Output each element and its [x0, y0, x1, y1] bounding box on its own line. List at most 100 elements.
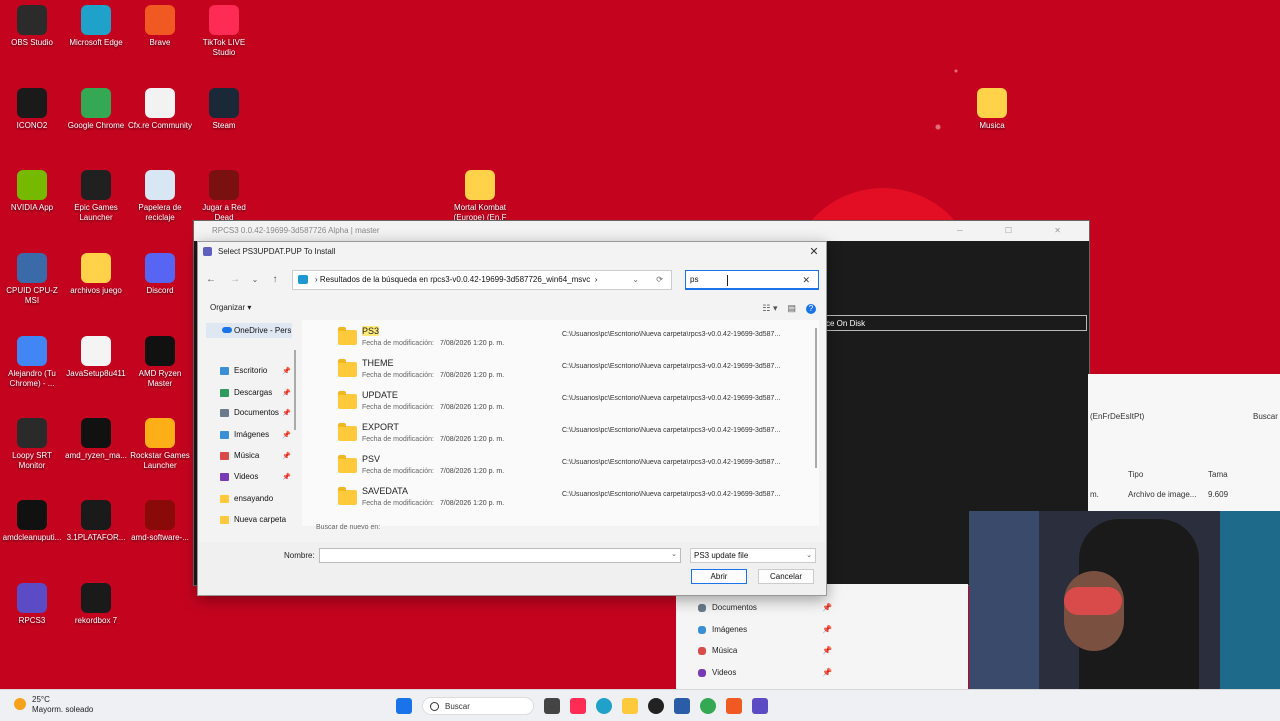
nav-imagenes[interactable]: Imágenes [698, 625, 747, 634]
desktop-icon[interactable]: Musica [960, 88, 1024, 131]
sidebar-item[interactable]: Escritorio [220, 366, 267, 375]
list-item[interactable]: SAVEDATA Fecha de modificación: 7/08/2026 … [302, 482, 819, 514]
window-controls[interactable]: ─ ☐ ✕ [957, 221, 1081, 241]
clear-search-icon[interactable]: ✕ [802, 271, 810, 289]
desktop-icon[interactable]: Epic Games Launcher [64, 170, 128, 223]
tiktok-icon[interactable] [570, 698, 586, 714]
list-item[interactable]: PSV Fecha de modificación: 7/08/2026 1:20 … [302, 450, 819, 482]
folder-icon [220, 388, 229, 397]
open-button[interactable]: Abrir [691, 569, 747, 584]
desktop-icon[interactable]: Mortal Kombat (Europe) (En,F [448, 170, 512, 223]
file-date: 7/08/2026 1:20 p. m. [439, 372, 505, 379]
desktop-icon[interactable]: CPUID CPU-Z MSI [0, 253, 64, 306]
chevron-down-icon[interactable]: ⌄ [671, 550, 677, 558]
desktop-icon[interactable]: archivos juego [64, 253, 128, 296]
refresh-icon[interactable]: ⟳ [656, 271, 663, 289]
desktop-icon[interactable]: RPCS3 [0, 583, 64, 626]
desktop-icon[interactable]: amd-software-... [128, 500, 192, 543]
file-open-dialog[interactable]: Select PS3UPDAT.PUP To Install ✕ ← → ⌄ ↑… [197, 241, 827, 596]
taskbar-search[interactable]: Buscar [422, 697, 534, 715]
search-input[interactable]: ps ✕ [685, 270, 819, 290]
navigation-bar: ← → ⌄ ↑ › Resultados de la búsqueda en r… [198, 268, 826, 292]
meta-label: Fecha de modificación: [362, 372, 434, 379]
list-scrollbar[interactable] [815, 328, 817, 468]
dialog-titlebar[interactable]: Select PS3UPDAT.PUP To Install ✕ [198, 242, 826, 262]
chrome-icon[interactable] [700, 698, 716, 714]
explorer-nav-pane[interactable]: Documentos Imágenes Música Videos 📌 📌 📌 … [676, 584, 968, 690]
sidebar-item[interactable]: Descargas [220, 388, 272, 397]
list-item[interactable]: UPDATE Fecha de modificación: 7/08/2026 1:… [302, 386, 819, 418]
organize-menu[interactable]: Organizar ▾ [210, 303, 251, 312]
obs-icon[interactable] [648, 698, 664, 714]
desktop-icon[interactable]: Alejandro (Tu Chrome) - ... [0, 336, 64, 389]
desktop-icon[interactable]: Cfx.re Community [128, 88, 192, 131]
rpcs3-titlebar[interactable]: RPCS3 0.0.42-19699-3d587726 Alpha | mast… [194, 221, 1089, 241]
cancel-button[interactable]: Cancelar [758, 569, 814, 584]
desktop-icon[interactable]: Papelera de reciclaje [128, 170, 192, 223]
desktop-icon[interactable]: Rockstar Games Launcher [128, 418, 192, 471]
preview-pane-icon[interactable]: ▤ [787, 303, 796, 314]
rpcs3-column-header[interactable]: ce On Disk [821, 315, 1087, 331]
list-item[interactable]: EXPORT Fecha de modificación: 7/08/2026 1:… [302, 418, 819, 450]
explorer-window-right[interactable]: (EnFrDeEsItPt) Buscar Tipo Tama m. Archi… [1088, 374, 1280, 514]
dialog-title: Select PS3UPDAT.PUP To Install [218, 247, 336, 256]
desktop-icon[interactable]: Microsoft Edge [64, 5, 128, 48]
file-list[interactable]: PS3 Fecha de modificación: 7/08/2026 1:20 … [302, 320, 819, 526]
nav-videos[interactable]: Videos [698, 668, 736, 677]
sidebar-scrollbar[interactable] [294, 350, 296, 430]
sidebar-item[interactable]: Música [220, 451, 259, 460]
address-bar[interactable]: › Resultados de la búsqueda en rpcs3-v0.… [292, 270, 672, 290]
desktop-icon[interactable]: amdcleanuputi... [0, 500, 64, 543]
filename-input[interactable]: ⌄ [319, 548, 681, 563]
desktop-icon[interactable]: Steam [192, 88, 256, 131]
chevron-down-icon[interactable]: ⌄ [248, 274, 262, 286]
file-explorer-icon[interactable] [622, 698, 638, 714]
desktop-icon[interactable]: OBS Studio [0, 5, 64, 48]
col-type[interactable]: Tipo [1128, 470, 1143, 479]
up-arrow-icon[interactable]: ↑ [268, 274, 282, 286]
desktop-icon-label: RPCS3 [18, 616, 46, 625]
close-icon[interactable]: ✕ [806, 242, 822, 262]
desktop-icon-label: Microsoft Edge [69, 38, 123, 47]
help-icon[interactable]: ? [806, 303, 816, 314]
sidebar-item[interactable]: Nueva carpeta [220, 515, 286, 524]
view-options-icon[interactable]: ☷ ▾ [762, 303, 777, 314]
desktop-icon[interactable]: amd_ryzen_ma... [64, 418, 128, 461]
col-size[interactable]: Tama [1208, 470, 1228, 479]
list-item[interactable]: THEME Fecha de modificación: 7/08/2026 1:2… [302, 354, 819, 386]
desktop-icon[interactable]: TikTok LIVE Studio [192, 5, 256, 58]
desktop-icon[interactable]: Loopy SRT Monitor [0, 418, 64, 471]
nav-musica[interactable]: Música [698, 646, 737, 655]
brave-icon[interactable] [726, 698, 742, 714]
edge-icon[interactable] [596, 698, 612, 714]
desktop-icon[interactable]: JavaSetup8u411 [64, 336, 128, 379]
desktop-icon[interactable]: Google Chrome [64, 88, 128, 131]
sidebar-item[interactable]: Documentos [220, 408, 279, 417]
store-icon[interactable] [674, 698, 690, 714]
desktop-icon[interactable]: ICONO2 [0, 88, 64, 131]
nav-documentos[interactable]: Documentos [698, 603, 757, 612]
file-type-select[interactable]: PS3 update file ⌄ [690, 548, 816, 563]
sidebar-item[interactable]: Imágenes [220, 430, 269, 439]
list-item[interactable]: PS3 Fecha de modificación: 7/08/2026 1:20 … [302, 322, 819, 354]
desktop-icon[interactable]: Discord [128, 253, 192, 296]
explorer-search-button[interactable]: Buscar [1253, 412, 1278, 421]
sidebar-item[interactable]: ensayando [220, 494, 273, 503]
weather-widget[interactable]: 25°C Mayorm. soleado [14, 695, 93, 715]
desktop-icon[interactable]: AMD Ryzen Master [128, 336, 192, 389]
address-dropdown-icon[interactable]: ⌄ [632, 271, 639, 289]
sidebar-item-onedrive[interactable]: OneDrive - Pers [206, 323, 292, 338]
sidebar-item[interactable]: Videos [220, 472, 258, 481]
taskbar: 25°C Mayorm. soleado Buscar [0, 689, 1280, 721]
windows-start-icon[interactable] [396, 698, 412, 714]
rpcs3-icon[interactable] [752, 698, 768, 714]
desktop-icon[interactable]: rekordbox 7 [64, 583, 128, 626]
back-arrow-icon[interactable]: ← [204, 274, 218, 286]
forward-arrow-icon[interactable]: → [228, 274, 242, 286]
meta-label: Fecha de modificación: [362, 468, 434, 475]
navigation-pane[interactable]: › OneDrive - Pers Escritorio📌Descargas📌D… [198, 320, 298, 542]
desktop-icon[interactable]: 3.1PLATAFOR... [64, 500, 128, 543]
desktop-icon[interactable]: Brave [128, 5, 192, 48]
task-view-icon[interactable] [544, 698, 560, 714]
desktop-icon[interactable]: NVIDIA App [0, 170, 64, 213]
